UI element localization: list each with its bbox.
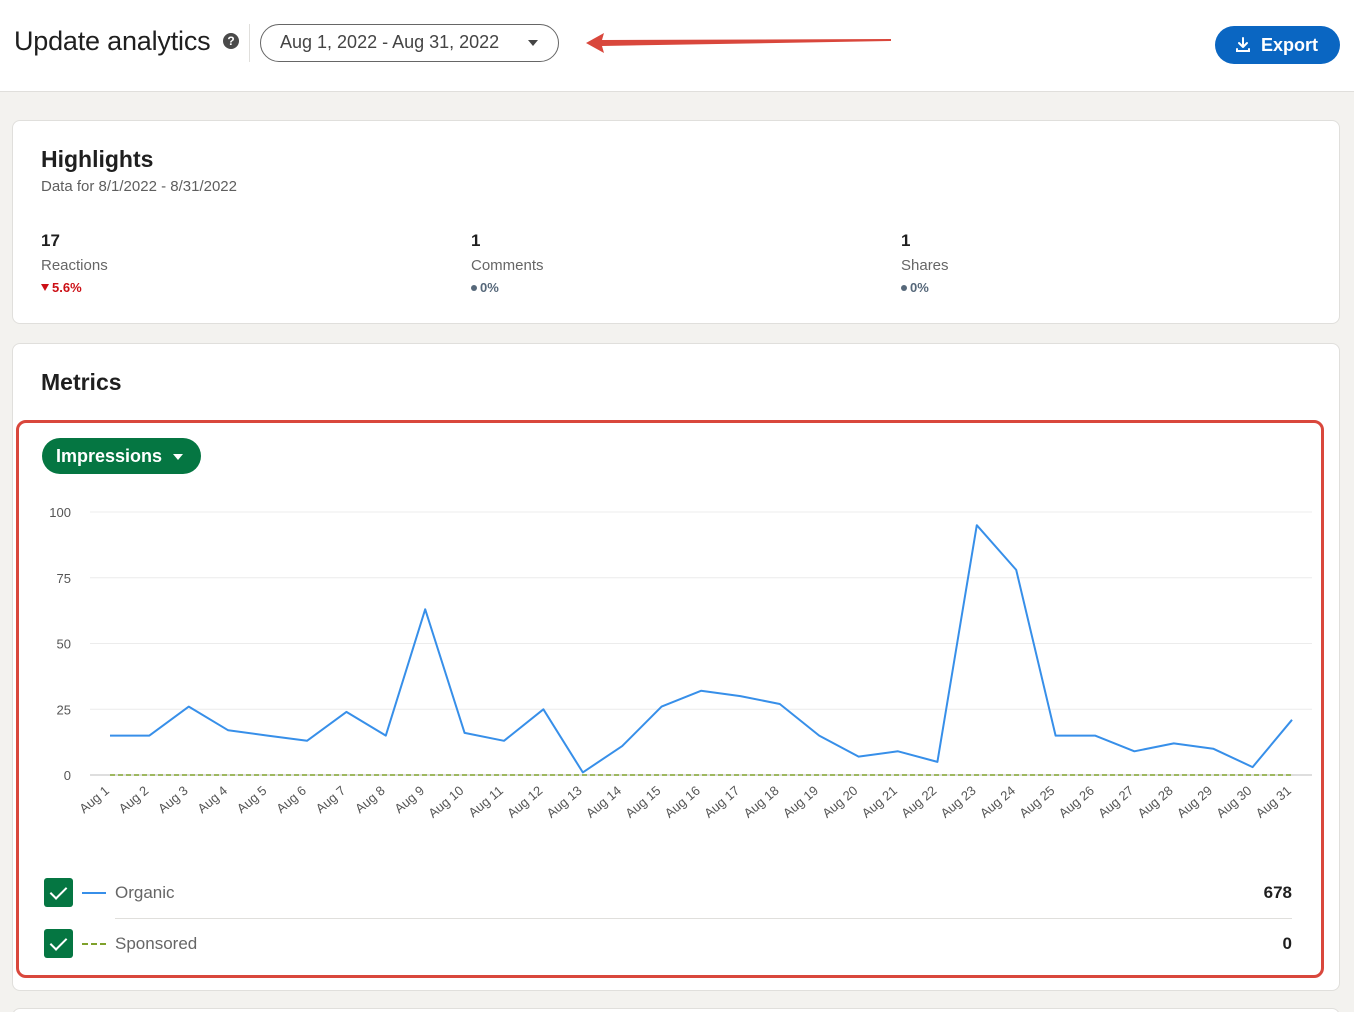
x-tick-label: Aug 23 xyxy=(938,783,979,821)
highlights-title: Highlights xyxy=(41,146,154,172)
x-tick-label: Aug 27 xyxy=(1095,783,1136,821)
impressions-line-chart: 0 25 50 75 100 Aug 1 Aug 2 Aug 3 Aug 4 Aug 5 Aug 6… xyxy=(49,505,1312,821)
x-tick-label: Aug 31 xyxy=(1253,783,1294,821)
trend-down-icon xyxy=(41,284,49,291)
stat-change-value: 5.6% xyxy=(52,280,82,295)
legend-row-sponsored: Sponsored 0 xyxy=(44,929,1292,959)
x-tick-label: Aug 8 xyxy=(352,783,388,816)
x-tick-label: Aug 12 xyxy=(504,783,545,821)
legend-swatch xyxy=(82,892,106,894)
x-tick-label: Aug 9 xyxy=(391,783,427,816)
legend-total: 0 xyxy=(1282,934,1292,953)
x-tick-label: Aug 3 xyxy=(155,783,191,816)
stat-value: 17 xyxy=(41,231,60,250)
x-tick-label: Aug 15 xyxy=(622,783,663,821)
x-tick-label: Aug 22 xyxy=(898,783,939,821)
stat-label: Reactions xyxy=(41,257,108,274)
x-tick-label: Aug 11 xyxy=(465,783,505,820)
x-tick-label: Aug 26 xyxy=(1056,783,1097,821)
trend-flat-icon xyxy=(471,284,477,291)
caret-down-icon xyxy=(528,40,538,46)
y-tick-label: 25 xyxy=(57,702,71,717)
stat-change: 0% xyxy=(901,280,949,295)
x-tick-label: Aug 21 xyxy=(859,783,900,821)
page-title: Update analytics xyxy=(14,26,211,56)
legend-row-organic: Organic 678 xyxy=(44,878,1292,908)
stat-reactions: 17 Reactions 5.6% xyxy=(41,231,108,295)
x-tick-label: Aug 29 xyxy=(1174,783,1215,821)
x-tick-label: Aug 25 xyxy=(1016,783,1057,821)
date-range-dropdown[interactable]: Aug 1, 2022 - Aug 31, 2022 xyxy=(260,24,559,62)
divider xyxy=(249,24,250,62)
x-tick-label: Aug 7 xyxy=(313,783,349,816)
stat-change-value: 0% xyxy=(480,280,499,295)
stat-change: 5.6% xyxy=(41,280,108,295)
help-icon[interactable]: ? xyxy=(223,33,239,49)
x-tick-label: Aug 18 xyxy=(741,783,782,821)
export-label: Export xyxy=(1261,35,1319,55)
highlights-card: Highlights Data for 8/1/2022 - 8/31/2022… xyxy=(12,120,1340,324)
x-tick-label: Aug 4 xyxy=(194,783,230,816)
export-button[interactable]: Export xyxy=(1215,26,1340,64)
x-tick-label: Aug 2 xyxy=(116,783,152,816)
stat-label: Comments xyxy=(471,257,544,274)
metric-selector-dropdown[interactable]: Impressions xyxy=(42,438,201,474)
y-tick-label: 75 xyxy=(57,571,71,586)
stat-change: 0% xyxy=(471,280,544,295)
caret-down-icon xyxy=(173,454,183,460)
y-tick-label: 50 xyxy=(57,637,71,652)
divider xyxy=(115,918,1292,919)
highlights-subtitle: Data for 8/1/2022 - 8/31/2022 xyxy=(41,178,237,195)
sponsored-checkbox[interactable] xyxy=(44,929,73,958)
download-icon xyxy=(1236,37,1250,52)
y-tick-label: 100 xyxy=(49,505,71,520)
next-card xyxy=(12,1008,1340,1012)
x-tick-label: Aug 24 xyxy=(977,783,1018,821)
x-tick-label: Aug 16 xyxy=(662,783,703,821)
x-tick-label: Aug 20 xyxy=(819,783,860,821)
y-tick-label: 0 xyxy=(64,768,71,783)
stat-value: 1 xyxy=(471,231,481,250)
stat-change-value: 0% xyxy=(910,280,929,295)
stat-label: Shares xyxy=(901,257,949,274)
x-tick-label: Aug 14 xyxy=(583,783,624,821)
annotation-arrow-icon xyxy=(586,33,891,53)
x-tick-label: Aug 28 xyxy=(1135,783,1176,821)
metric-selector-label: Impressions xyxy=(56,446,163,466)
series-line-organic xyxy=(110,524,1293,774)
legend-swatch xyxy=(82,943,106,945)
trend-flat-icon xyxy=(901,284,907,291)
x-tick-label: Aug 10 xyxy=(425,783,466,821)
stat-shares: 1 Shares 0% xyxy=(901,231,949,295)
metrics-title: Metrics xyxy=(41,369,122,395)
stat-value: 1 xyxy=(901,231,911,250)
legend-total: 678 xyxy=(1263,883,1292,902)
x-tick-label: Aug 13 xyxy=(544,783,585,821)
x-tick-label: Aug 6 xyxy=(273,783,309,816)
x-tick-label: Aug 19 xyxy=(780,783,821,821)
legend-label: Sponsored xyxy=(115,934,198,953)
date-range-label: Aug 1, 2022 - Aug 31, 2022 xyxy=(280,32,500,52)
organic-checkbox[interactable] xyxy=(44,878,73,907)
stat-comments: 1 Comments 0% xyxy=(471,231,544,295)
top-bar: Update analytics ? Aug 1, 2022 - Aug 31,… xyxy=(0,0,1354,92)
x-tick-label: Aug 30 xyxy=(1213,783,1254,821)
x-tick-label: Aug 1 xyxy=(76,783,112,816)
x-tick-label: Aug 17 xyxy=(701,783,742,821)
legend-label: Organic xyxy=(115,883,175,902)
x-tick-label: Aug 5 xyxy=(234,783,270,816)
